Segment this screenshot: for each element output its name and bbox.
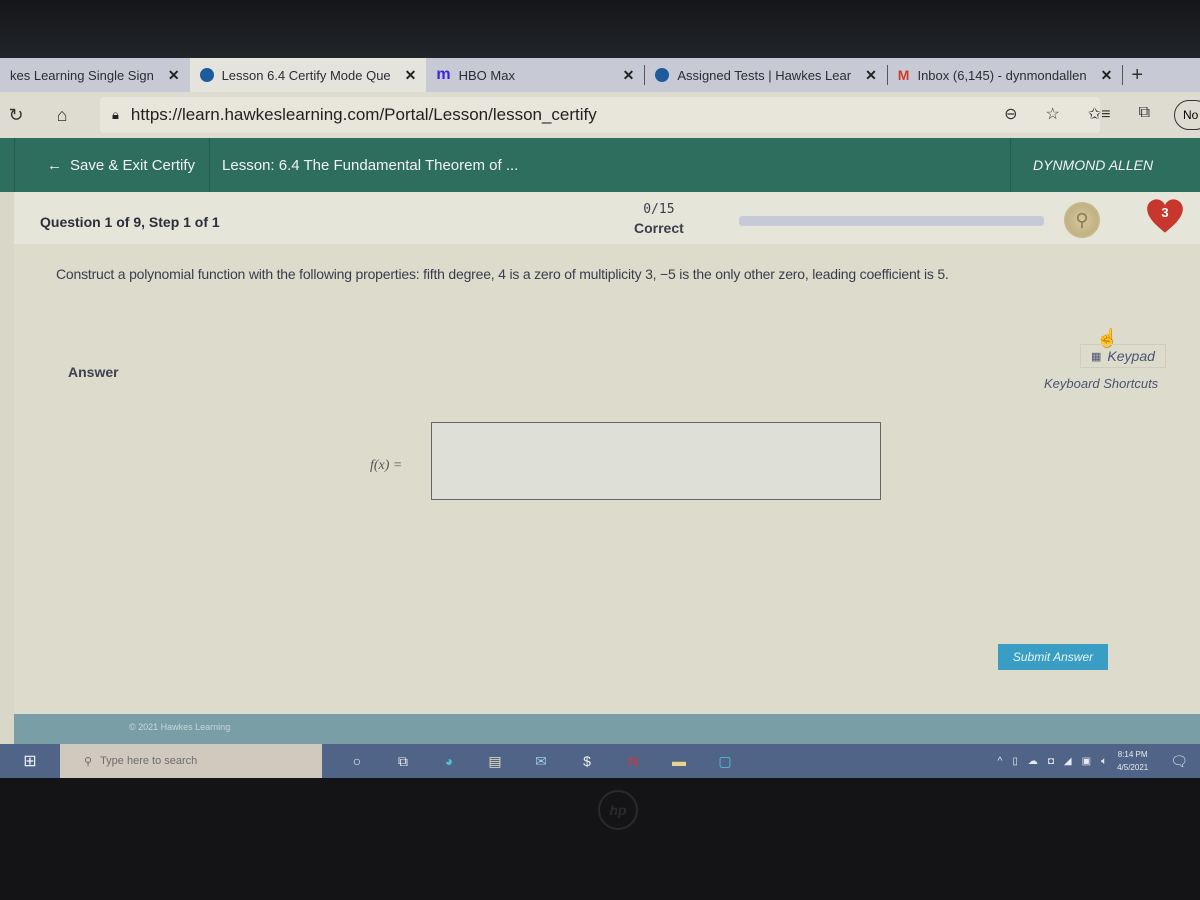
lock-icon: 🔒︎ — [112, 107, 119, 122]
mail-icon[interactable]: ✉ — [532, 752, 550, 770]
monitor-bezel-bottom: hp — [0, 778, 1200, 900]
clock-date: 4/5/2021 — [1117, 763, 1149, 772]
fx-answer-input[interactable] — [431, 422, 881, 500]
tab-gmail-inbox[interactable]: M Inbox (6,145) - dynmondallen ✕ — [888, 58, 1123, 92]
close-icon[interactable]: ✕ — [405, 67, 417, 84]
windows-icon: ⊞ — [23, 753, 37, 770]
fx-label: f(x) = — [370, 458, 403, 473]
add-favorite-icon[interactable]: ☆ — [1045, 104, 1059, 124]
close-icon[interactable]: ✕ — [1101, 67, 1113, 84]
tab-hawkes-sso[interactable]: kes Learning Single Sign ✕ — [0, 58, 190, 92]
system-tray: ^ ▯ ☁ ◘ ◢ ▣ 🔈︎ 8:14 PM 4/5/2021 🗨︎ — [998, 744, 1188, 778]
hawkes-icon — [199, 68, 214, 82]
start-button[interactable]: ⊞ — [0, 744, 60, 778]
search-placeholder: Type here to search — [100, 755, 198, 767]
profile-label: No — [1183, 108, 1199, 122]
tab-label: kes Learning Single Sign — [10, 67, 154, 83]
favorites-icon[interactable]: ✩≡ — [1088, 104, 1111, 124]
address-bar-row: ↻ ⌂ 🔒︎ https://learn.hawkeslearning.com/… — [0, 92, 1200, 138]
arrow-left-icon: ← — [47, 156, 62, 174]
close-icon[interactable]: ✕ — [865, 67, 877, 84]
close-icon[interactable]: ✕ — [168, 67, 180, 84]
clock-time: 8:14 PM — [1117, 750, 1148, 759]
url-text: https://learn.hawkeslearning.com/Portal/… — [130, 105, 597, 124]
gmail-icon: M — [897, 67, 910, 83]
question-counter: Question 1 of 9, Step 1 of 1 — [40, 214, 220, 230]
score-value: 0/15 — [643, 202, 675, 217]
url-input[interactable]: 🔒︎ https://learn.hawkeslearning.com/Port… — [100, 97, 1100, 133]
screen: kes Learning Single Sign ✕ Lesson 6.4 Ce… — [0, 58, 1200, 778]
tab-label: Inbox (6,145) - dynmondallen — [917, 67, 1087, 83]
score-display: 0/15 Correct — [634, 200, 684, 238]
profile-button[interactable]: No — [1174, 100, 1200, 130]
tab-hbo-max[interactable]: m HBO Max ✕ — [426, 58, 644, 92]
submit-answer-button[interactable]: Submit Answer — [998, 644, 1108, 670]
answer-heading: Answer — [68, 364, 119, 380]
question-status-bar: Question 1 of 9, Step 1 of 1 0/15 Correc… — [14, 192, 1200, 244]
keypad-icon: ▦ — [1091, 350, 1102, 363]
new-tab-button[interactable]: + — [1123, 64, 1151, 87]
keyboard-shortcuts-link[interactable]: Keyboard Shortcuts — [1044, 376, 1158, 391]
edge-icon[interactable]: ◕ — [440, 752, 458, 770]
cortana-icon[interactable]: ○ — [348, 752, 366, 770]
tab-label: Lesson 6.4 Certify Mode Que — [221, 67, 391, 83]
taskbar-apps: ○ ⧉ ◕ ▤ ✉ $ N ▬ ▢ — [322, 752, 734, 770]
browser-toolbar: ⊖ ☆ ✩≡ ⧉ — [1004, 104, 1150, 124]
windows-taskbar: ⊞ ⚲ Type here to search ○ ⧉ ◕ ▤ ✉ $ N ▬ … — [0, 744, 1200, 778]
app-icon[interactable]: ▢ — [716, 752, 734, 770]
tab-assigned-tests[interactable]: Assigned Tests | Hawkes Lear ✕ — [645, 58, 886, 92]
camera-icon[interactable]: ◘ — [1048, 756, 1054, 767]
score-label: Correct — [634, 220, 684, 236]
battery-icon[interactable]: ▯ — [1012, 756, 1018, 767]
question-panel: Construct a polynomial function with the… — [14, 244, 1200, 724]
volume-icon[interactable]: 🔈︎ — [1101, 756, 1107, 767]
hawkes-icon — [655, 68, 670, 82]
keypad-label: Keypad — [1107, 348, 1155, 364]
close-icon[interactable]: ✕ — [623, 67, 635, 84]
coin-icon: ⚲ — [1064, 202, 1100, 238]
app-header: ← Save & Exit Certify Lesson: 6.4 The Fu… — [0, 138, 1200, 192]
zoom-out-icon[interactable]: ⊖ — [1004, 104, 1017, 124]
tab-label: Assigned Tests | Hawkes Lear — [677, 67, 852, 83]
browser-tab-strip: kes Learning Single Sign ✕ Lesson 6.4 Ce… — [0, 58, 1200, 92]
monitor-bezel-top — [0, 0, 1200, 58]
netflix-icon[interactable]: N — [624, 752, 642, 770]
hbo-max-icon: m — [436, 66, 451, 83]
home-icon[interactable]: ⌂ — [46, 105, 78, 126]
refresh-icon[interactable]: ↻ — [0, 105, 32, 126]
collections-icon[interactable]: ⧉ — [1139, 104, 1150, 124]
keypad-button[interactable]: ▦ Keypad — [1080, 344, 1166, 368]
page-footer: © 2021 Hawkes Learning — [14, 714, 1200, 744]
save-exit-label: Save & Exit Certify — [70, 156, 196, 174]
lesson-title: Lesson: 6.4 The Fundamental Theorem of .… — [222, 156, 519, 174]
dollar-app-icon[interactable]: $ — [578, 752, 596, 770]
onedrive-icon[interactable]: ☁ — [1028, 756, 1038, 767]
save-exit-button[interactable]: ← Save & Exit Certify — [14, 138, 211, 192]
wifi-icon[interactable]: ◢ — [1064, 756, 1072, 767]
copyright-text: © 2021 Hawkes Learning — [129, 722, 231, 732]
tab-lesson-certify[interactable]: Lesson 6.4 Certify Mode Que ✕ — [189, 58, 427, 92]
tray-expand-icon[interactable]: ^ — [998, 756, 1003, 767]
meet-now-icon[interactable]: ▣ — [1082, 756, 1091, 767]
notifications-icon[interactable]: 🗨︎ — [1170, 753, 1188, 770]
user-menu[interactable]: DYNMOND ALLEN — [1010, 138, 1200, 192]
progress-bar — [739, 216, 1044, 226]
lives-heart: 3 — [1146, 198, 1184, 234]
taskbar-search[interactable]: ⚲ Type here to search — [60, 744, 322, 778]
user-name: DYNMOND ALLEN — [1033, 157, 1154, 173]
clock[interactable]: 8:14 PM 4/5/2021 — [1117, 748, 1148, 774]
question-text: Construct a polynomial function with the… — [56, 266, 949, 282]
lives-count: 3 — [1161, 205, 1169, 220]
tab-label: HBO Max — [458, 67, 515, 83]
task-view-icon[interactable]: ⧉ — [394, 752, 412, 770]
store-icon[interactable]: ▤ — [486, 752, 504, 770]
hp-logo-icon: hp — [598, 790, 638, 830]
search-icon: ⚲ — [84, 755, 93, 768]
file-explorer-icon[interactable]: ▬ — [670, 752, 688, 770]
